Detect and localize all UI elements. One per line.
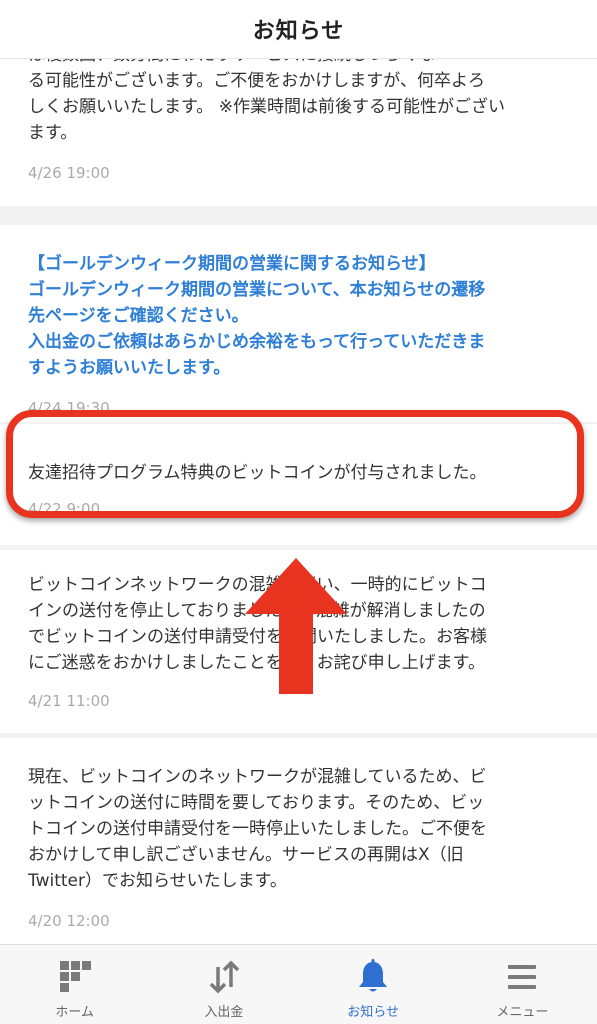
tab-notifications[interactable]: お知らせ: [299, 945, 448, 1024]
home-grid-icon: [59, 961, 91, 992]
bell-icon: [359, 959, 388, 992]
notice-date: 4/20 12:00: [28, 912, 110, 930]
notice-line: 【ゴールデンウィーク期間の営業に関するお知らせ】: [28, 254, 436, 274]
tab-label: お知らせ: [347, 1005, 399, 1020]
notice-item[interactable]: 【ゴールデンウィーク期間の営業に関するお知らせ】 ゴールデンウィーク期間の営業に…: [0, 225, 597, 422]
tab-menu[interactable]: メニュー: [448, 945, 597, 1024]
notice-line: おかけして申し訳ございません。サービスの再開はX（旧: [28, 845, 464, 865]
notice-line: ットコインの送付に時間を要しております。そのため、ビッ: [28, 793, 485, 813]
notice-text: 【ゴールデンウィーク期間の営業に関するお知らせ】 ゴールデンウィーク期間の営業に…: [28, 251, 569, 381]
tab-label: 入出金: [204, 1005, 244, 1020]
notice-item[interactable]: 現在、ビットコインのネットワークが混雑しているため、ビ ットコインの送付に時間を…: [0, 738, 597, 947]
notice-line: すようお願いいたします。: [28, 358, 231, 378]
notice-text: 現在、ビットコインのネットワークが混雑しているため、ビ ットコインの送付に時間を…: [28, 764, 569, 894]
page-title: お知らせ: [252, 19, 345, 44]
notifications-screen: お知らせ は複数回、数分間にわたりサービスに接続しづらくな る可能性がございます…: [0, 0, 597, 1024]
tab-label: ホーム: [55, 1005, 94, 1020]
tab-deposit-withdraw[interactable]: 入出金: [149, 945, 298, 1024]
notice-line: Twitter）でお知らせいたします。: [28, 871, 287, 891]
highlight-box: [6, 410, 584, 518]
tab-home[interactable]: ホーム: [0, 945, 149, 1024]
notice-date: 4/26 19:00: [28, 164, 110, 182]
hamburger-menu-icon: [508, 965, 537, 989]
notice-line: トコインの送付申請受付を一時停止いたしました。ご不便を: [28, 819, 487, 839]
bottom-tab-bar: ホーム 入出金 お知らせ メニュー: [0, 944, 597, 1024]
notice-line: ゴールデンウィーク期間の営業について、本お知らせの遷移: [28, 280, 486, 300]
notice-line: 入出金のご依頼はあらかじめ余裕をもって行っていただきま: [28, 332, 486, 352]
header-bar: お知らせ: [0, 0, 597, 58]
transfer-arrows-icon: [209, 960, 240, 994]
notice-line: ます。: [28, 123, 78, 143]
notice-line: る可能性がございます。ご不便をおかけしますが、何卒よろ: [28, 71, 485, 91]
tab-label: メニュー: [496, 1005, 549, 1020]
up-arrow-annotation-icon: [245, 558, 347, 694]
notice-line: 先ページをご確認ください。: [28, 306, 249, 326]
notice-line: 現在、ビットコインのネットワークが混雑しているため、ビ: [28, 767, 487, 787]
notice-line: しくお願いいたします。 ※作業時間は前後する可能性がござい: [28, 97, 505, 117]
